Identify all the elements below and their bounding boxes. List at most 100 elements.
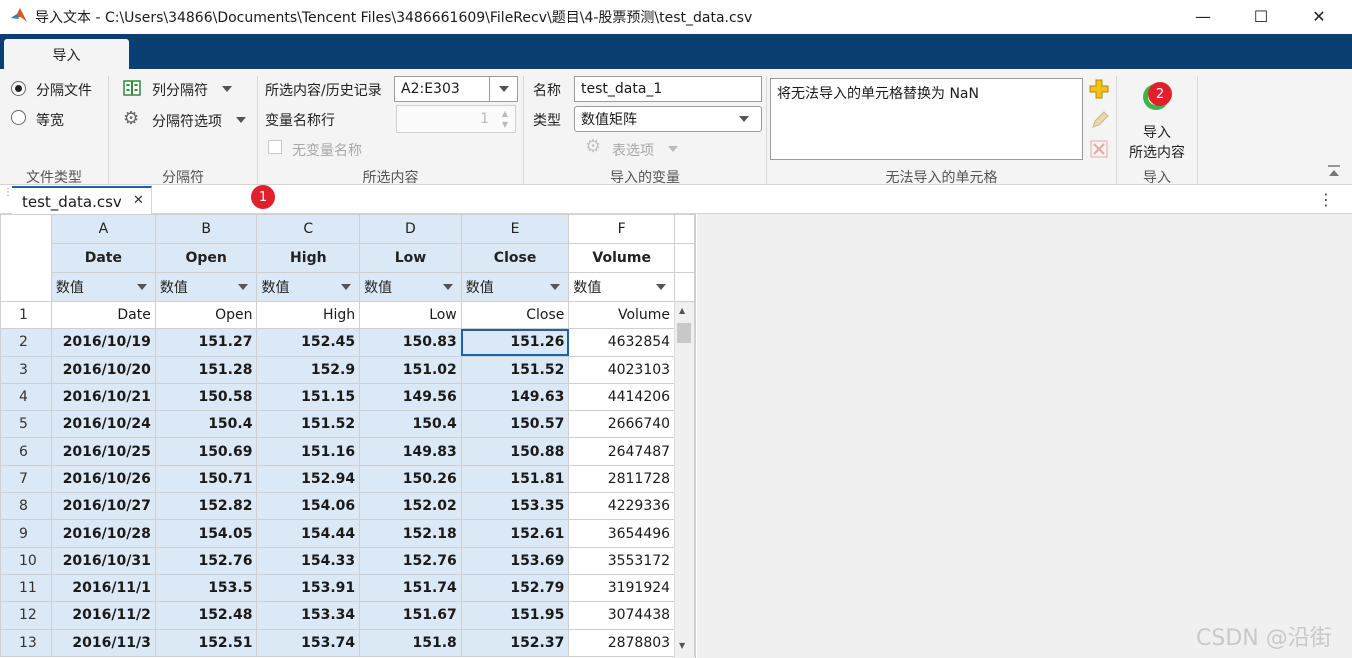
table-cell[interactable]: 149.83 [359,437,462,466]
delimiter-options-button[interactable]: 分隔符选项 [152,111,222,131]
table-cell[interactable]: 150.26 [359,464,462,494]
table-cell[interactable]: Volume [568,300,676,330]
table-cell[interactable]: 153.91 [256,573,361,603]
table-cell[interactable]: 3553172 [568,546,676,575]
table-row[interactable]: 8 2016/10/27 152.82 154.06 152.02 153.35 42293… [0,492,695,521]
row-number[interactable]: 3 [0,355,52,384]
table-cell[interactable]: 152.79 [460,573,570,603]
table-row[interactable]: 5 2016/10/24 150.4 151.52 150.4 150.57 2666740 [0,410,695,439]
column-type-select[interactable]: 数值 [256,272,361,302]
data-table[interactable]: A B C D E F Date Open High Low Close Volume 数值 数值 数值 数值… [0,214,695,657]
column-letter-header[interactable]: F [568,214,676,244]
table-cell[interactable]: 154.06 [256,492,361,521]
scroll-down-icon[interactable]: ▼ [679,641,685,650]
column-name-header[interactable]: High [256,243,361,273]
chevron-down-icon[interactable] [236,117,246,123]
table-cell[interactable]: High [256,300,361,330]
row-number[interactable]: 12 [0,601,52,630]
table-cell[interactable]: 154.33 [256,546,361,575]
row-number[interactable]: 7 [0,464,52,494]
row-number[interactable]: 2 [0,328,52,357]
table-cell[interactable]: 150.88 [460,437,570,466]
row-number[interactable]: 4 [0,382,52,412]
table-cell[interactable]: 2016/10/25 [50,437,156,466]
scroll-up-icon[interactable]: ▲ [679,306,685,315]
column-delimiter-icon[interactable] [123,80,141,96]
row-number[interactable]: 10 [0,546,52,575]
table-cell[interactable]: 153.74 [256,628,361,657]
table-cell[interactable]: 2016/10/27 [50,492,156,521]
column-letter-header[interactable]: C [256,214,361,244]
table-row[interactable]: 6 2016/10/25 150.69 151.16 149.83 150.88 26474… [0,437,695,466]
delimited-radio[interactable] [11,81,26,96]
table-cell[interactable]: 2016/10/26 [50,464,156,494]
table-cell[interactable]: 2811728 [568,464,676,494]
table-cell[interactable]: 152.94 [256,464,361,494]
row-number[interactable]: 8 [0,492,52,521]
unimportable-rule-item[interactable]: 将无法导入的单元格替换为 NaN [777,86,979,102]
column-type-select[interactable]: 数值 [359,272,462,302]
table-cell[interactable]: 152.9 [256,355,361,384]
table-cell[interactable]: 152.51 [154,628,258,657]
tab-import[interactable]: 导入 [4,39,129,70]
table-cell[interactable]: 152.76 [154,546,258,575]
table-cell[interactable]: 154.05 [154,519,258,548]
row-number[interactable]: 1 [0,300,52,330]
table-cell[interactable]: 151.16 [256,437,361,466]
data-preview-grid[interactable]: A B C D E F Date Open High Low Close Volume 数值 数值 数值 数值… [0,214,696,658]
column-letter-header[interactable]: B [154,214,258,244]
table-cell[interactable]: 152.61 [460,519,570,548]
row-number[interactable]: 9 [0,519,52,548]
table-cell[interactable]: 151.27 [154,328,258,357]
table-cell[interactable]: 3654496 [568,519,676,548]
table-cell[interactable]: 2016/11/3 [50,628,156,657]
table-cell[interactable]: Low [359,300,462,330]
table-cell[interactable]: 151.81 [460,464,570,494]
table-cell[interactable]: 152.37 [460,628,570,657]
maximize-button[interactable]: ☐ [1238,0,1284,32]
range-history-dropdown[interactable] [489,76,518,102]
table-options-button[interactable]: 表选项 [612,140,654,160]
variable-name-input[interactable]: test_data_1 [574,76,762,102]
table-cell[interactable]: 150.71 [154,464,258,494]
table-cell[interactable]: 150.4 [154,410,258,439]
table-cell[interactable]: 4632854 [568,328,676,357]
close-tab-icon[interactable]: ✕ [133,193,144,208]
column-type-select[interactable]: 数值 [50,272,156,302]
table-row[interactable]: 4 2016/10/21 150.58 151.15 149.56 149.63 44142… [0,382,695,412]
column-name-header[interactable]: Close [460,243,570,273]
column-letter-header[interactable]: D [359,214,462,244]
column-delimiter-button[interactable]: 列分隔符 [152,80,208,100]
table-cell[interactable]: 2647487 [568,437,676,466]
table-cell[interactable]: 151.95 [460,601,570,630]
no-var-names-checkbox[interactable] [268,140,282,154]
table-row[interactable]: 7 2016/10/26 150.71 152.94 150.26 151.81 28117… [0,464,695,494]
table-cell[interactable]: 151.26 [460,328,570,357]
table-cell[interactable]: 154.44 [256,519,361,548]
table-cell[interactable]: 152.45 [256,328,361,357]
output-type-select[interactable]: 数值矩阵 [574,106,762,132]
table-cell[interactable]: 3074438 [568,601,676,630]
table-row[interactable]: 11 2016/11/1 153.5 153.91 151.74 152.79 319192… [0,573,695,603]
collapse-ribbon-icon[interactable] [1327,164,1341,178]
table-row[interactable]: 12 2016/11/2 152.48 153.34 151.67 151.95 30744… [0,601,695,630]
table-cell[interactable]: 153.35 [460,492,570,521]
table-cell[interactable]: Close [460,300,570,330]
unimportable-rules-list[interactable]: 将无法导入的单元格替换为 NaN [770,78,1083,160]
column-type-select[interactable]: 数值 [568,272,676,302]
table-cell[interactable]: 2016/11/1 [50,573,156,603]
minimize-button[interactable]: — [1180,0,1226,32]
table-cell[interactable]: 2878803 [568,628,676,657]
fixed-width-radio[interactable] [11,110,26,125]
add-rule-icon[interactable] [1088,78,1110,100]
stepper-arrows-icon[interactable]: ▲ ▼ [498,108,512,130]
table-cell[interactable]: 151.74 [359,573,462,603]
table-cell[interactable]: 2016/10/31 [50,546,156,575]
chevron-down-icon[interactable] [739,116,749,122]
column-type-select[interactable]: 数值 [154,272,258,302]
table-cell[interactable]: 152.76 [359,546,462,575]
document-tab-label[interactable]: test_data.csv [22,193,122,211]
table-cell[interactable]: 2016/10/20 [50,355,156,384]
row-number[interactable]: 11 [0,573,52,603]
table-cell[interactable]: 150.83 [359,328,462,357]
